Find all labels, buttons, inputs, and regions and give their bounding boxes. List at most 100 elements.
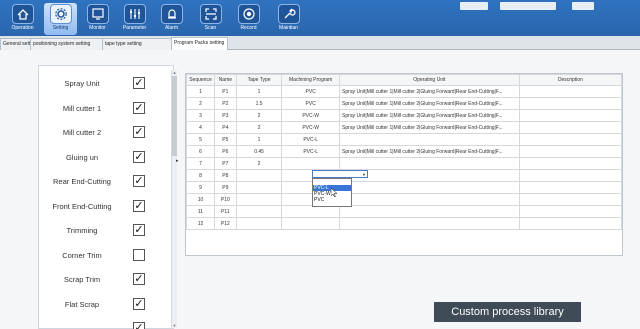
tab-general-setting[interactable]: General setting (0, 38, 37, 50)
table-row[interactable]: 7 P7 2 (186, 157, 623, 170)
column-header[interactable]: Name (213, 74, 237, 86)
table-row[interactable]: 1 P1 1 PVC Spray Unit|Mill cutter 1|Mill cut… (186, 85, 623, 98)
unit-checkbox[interactable]: ✓ (133, 199, 145, 212)
table-cell[interactable]: P2 (213, 97, 237, 110)
table-row[interactable]: 2 P2 1.5 PVC Spray Unit|Mill cutter 1|Mill c… (186, 97, 623, 110)
unit-checkbox[interactable]: ✓ (133, 297, 145, 310)
table-cell[interactable] (518, 145, 623, 158)
table-row[interactable]: 10 P10 (186, 193, 623, 206)
unit-checkbox[interactable]: ✓ (133, 224, 145, 236)
unit-checkbox[interactable]: ✓ (133, 77, 145, 89)
table-row[interactable]: 11 P11 (186, 205, 623, 218)
table-cell[interactable]: P1 (213, 85, 237, 98)
table-cell[interactable]: Spray Unit|Mill cutter 1|Mill cutter 2|G… (339, 145, 520, 158)
table-cell[interactable]: 12 (186, 217, 215, 230)
table-cell[interactable]: 2 (235, 109, 283, 122)
unit-checkbox[interactable]: ✓ (133, 101, 145, 114)
scroll-up-arrow-icon[interactable]: ▲ (172, 70, 177, 75)
tab-positioning-system-setting[interactable]: positioning system setting (30, 38, 103, 50)
unit-checkbox[interactable]: ✓ (133, 322, 145, 329)
unit-checkbox[interactable]: ✓ (133, 150, 145, 163)
table-cell[interactable]: Spray Unit|Mill cutter 1|Mill cutter 2|G… (339, 121, 520, 134)
column-header[interactable]: Operating Unit (339, 74, 520, 86)
table-cell[interactable]: P4 (213, 121, 237, 134)
table-cell[interactable] (518, 97, 623, 110)
dropdown-arrow-icon[interactable]: ▼ (362, 172, 366, 177)
table-cell[interactable] (235, 205, 283, 218)
scroll-down-arrow-icon[interactable]: ▼ (172, 323, 177, 328)
table-row[interactable]: 9 P9 (186, 181, 623, 194)
table-cell[interactable]: 7 (186, 157, 215, 170)
table-cell[interactable] (518, 193, 623, 206)
unit-checkbox[interactable]: ✓ (133, 175, 145, 187)
table-cell[interactable] (339, 193, 520, 206)
table-cell[interactable]: P5 (213, 133, 237, 146)
table-cell[interactable] (518, 181, 623, 194)
table-cell[interactable] (281, 217, 341, 230)
table-cell[interactable]: 0.45 (235, 145, 283, 158)
table-cell[interactable]: 2 (235, 121, 283, 134)
table-cell[interactable]: 8 (186, 169, 215, 182)
column-header[interactable]: Tape Type (235, 74, 283, 86)
table-cell[interactable]: 11 (186, 205, 215, 218)
table-cell[interactable] (518, 217, 623, 230)
table-cell[interactable] (235, 181, 283, 194)
table-cell[interactable]: PVC (281, 97, 341, 110)
table-cell[interactable] (518, 109, 623, 122)
table-cell[interactable]: 5 (186, 133, 215, 146)
column-header[interactable]: Description (518, 74, 623, 86)
table-row[interactable]: 5 P5 1 PVC-L (186, 133, 623, 146)
table-cell[interactable]: Spray Unit|Mill cutter 1|Mill cutter 2|G… (339, 109, 520, 122)
unit-list-scrollbar[interactable]: ▲ ▼ (171, 70, 177, 328)
table-row[interactable]: 4 P4 2 PVC-W Spray Unit|Mill cutter 1|Mill c… (186, 121, 623, 134)
table-cell[interactable]: PVC-W (281, 121, 341, 134)
table-cell[interactable]: 6 (186, 145, 215, 158)
table-cell[interactable] (281, 157, 341, 170)
toolbar-button-scan[interactable]: Scan (194, 3, 227, 35)
table-row[interactable]: 6 P6 0.45 PVC-L Spray Unit|Mill cutter 1|Mil… (186, 145, 623, 158)
table-cell[interactable] (281, 205, 341, 218)
toolbar-button-operation[interactable]: Operation (6, 3, 39, 35)
table-cell[interactable]: P11 (213, 205, 237, 218)
table-cell[interactable]: 1 (186, 85, 215, 98)
scrollbar-thumb[interactable] (172, 76, 177, 156)
table-row[interactable]: 8 P8 (186, 169, 623, 182)
table-cell[interactable] (518, 157, 623, 170)
table-cell[interactable]: 3 (186, 109, 215, 122)
machining-program-select[interactable]: ▼ (312, 170, 368, 178)
table-cell[interactable]: P9 (213, 181, 237, 194)
table-cell[interactable]: 9 (186, 181, 215, 194)
table-cell[interactable] (235, 217, 283, 230)
table-cell[interactable]: P10 (213, 193, 237, 206)
table-cell[interactable] (339, 181, 520, 194)
column-header[interactable]: Sequence (186, 74, 215, 86)
toolbar-button-parameter[interactable]: Parameter (118, 3, 151, 35)
toolbar-button-setting[interactable]: Setting (44, 3, 77, 35)
table-row[interactable]: 12 P12 (186, 217, 623, 230)
table-cell[interactable] (339, 205, 520, 218)
table-cell[interactable] (518, 133, 623, 146)
table-cell[interactable]: 1.5 (235, 97, 283, 110)
table-cell[interactable]: 1 (235, 85, 283, 98)
table-cell[interactable] (339, 157, 520, 170)
table-cell[interactable]: Spray Unit|Mill cutter 1|Mill cutter 2|G… (339, 85, 520, 98)
table-cell[interactable] (518, 121, 623, 134)
table-cell[interactable]: Spray Unit|Mill cutter 1|Mill cutter 2|G… (339, 97, 520, 110)
table-cell[interactable]: PVC (281, 85, 341, 98)
table-cell[interactable]: P7 (213, 157, 237, 170)
toolbar-button-alarm[interactable]: Alarm (155, 3, 188, 35)
table-cell[interactable] (235, 193, 283, 206)
table-cell[interactable] (235, 169, 283, 182)
unit-checkbox[interactable]: ✓ (133, 273, 145, 285)
table-cell[interactable]: 2 (235, 157, 283, 170)
table-cell[interactable]: 1 (235, 133, 283, 146)
table-cell[interactable]: P3 (213, 109, 237, 122)
toolbar-button-record[interactable]: Record (232, 3, 265, 35)
table-cell[interactable]: PVC-L (281, 133, 341, 146)
dropdown-option[interactable]: PVC (313, 197, 351, 203)
table-cell[interactable] (518, 169, 623, 182)
column-header[interactable]: Machining Program (281, 74, 341, 86)
table-cell[interactable] (518, 85, 623, 98)
table-row[interactable]: 3 P3 2 PVC-W Spray Unit|Mill cutter 1|Mill c… (186, 109, 623, 122)
tab-tape-type-setting[interactable]: tape type setting (102, 38, 172, 50)
